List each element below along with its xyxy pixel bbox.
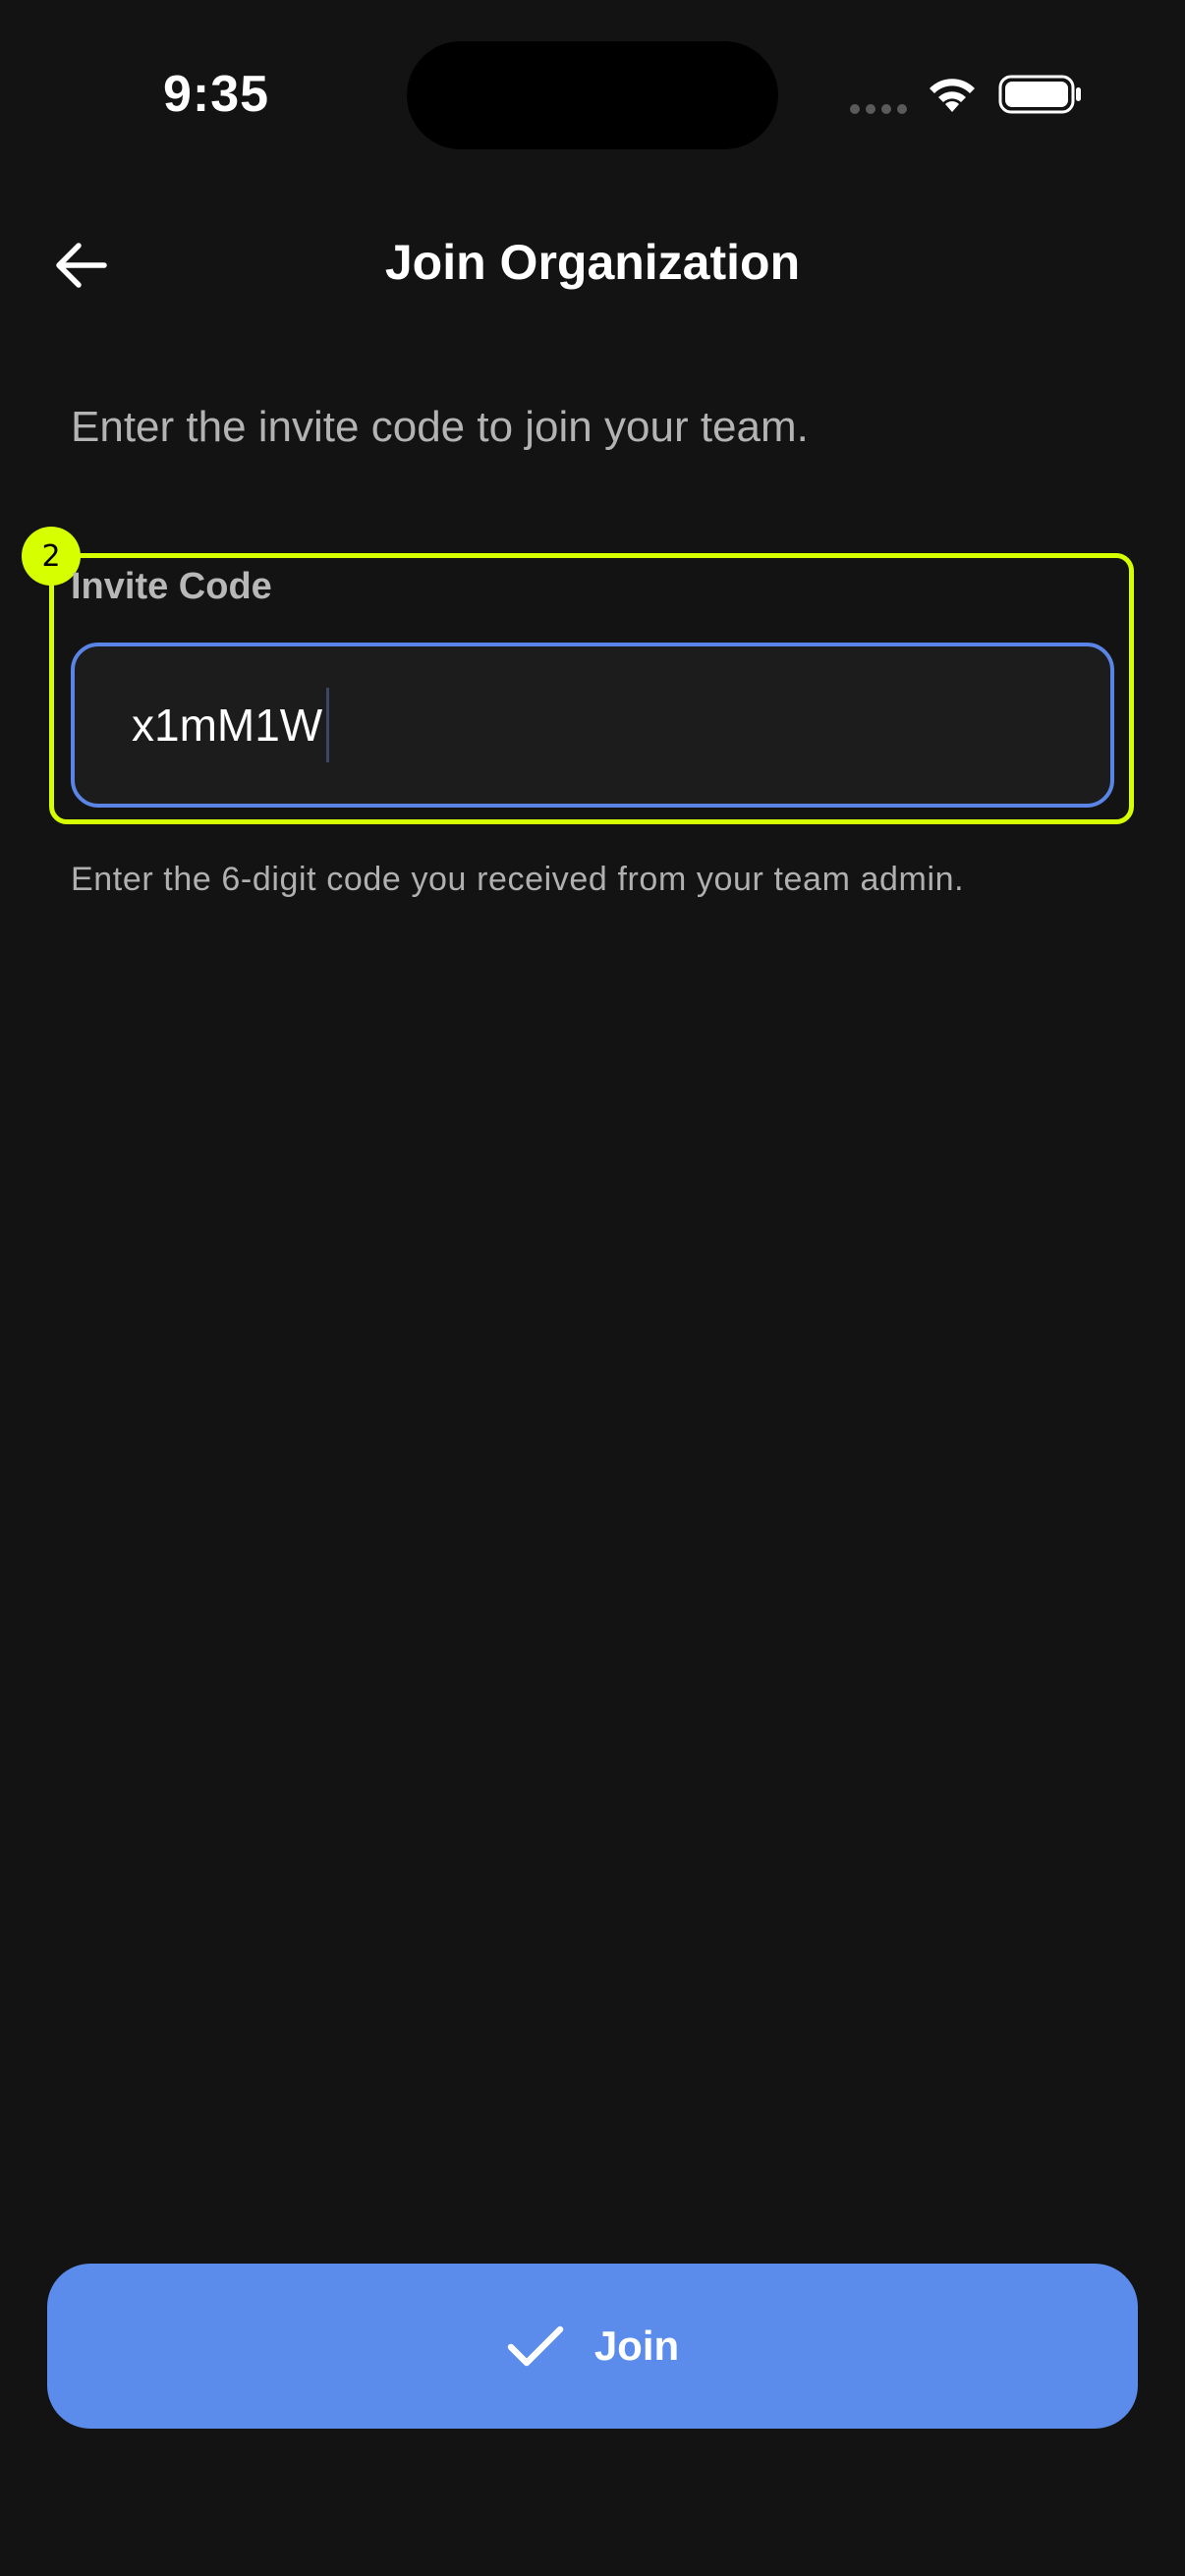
join-button-label: Join (593, 2323, 680, 2369)
join-button[interactable]: Join (47, 2264, 1138, 2429)
dynamic-island (407, 41, 778, 149)
battery-icon (998, 75, 1081, 114)
page-title: Join Organization (384, 235, 801, 290)
checkmark-icon (507, 2325, 564, 2367)
invite-code-label: Invite Code (71, 566, 272, 607)
status-time: 9:35 (163, 66, 270, 123)
page-subtitle: Enter the invite code to join your team. (71, 403, 809, 451)
invite-code-input[interactable]: x1mM1W (71, 643, 1114, 808)
invite-code-value: x1mM1W (132, 700, 323, 751)
invite-code-helper-text: Enter the 6-digit code you received from… (71, 861, 965, 898)
text-caret (326, 688, 330, 762)
wifi-icon (930, 79, 975, 112)
cellular-signal-icon (850, 104, 907, 114)
